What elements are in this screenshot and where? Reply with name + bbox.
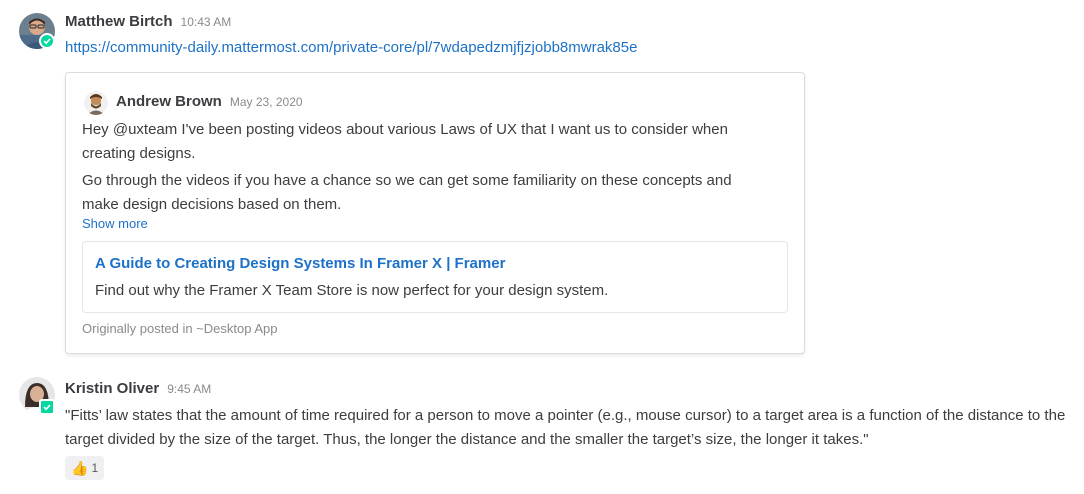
post-time[interactable]: 9:45 AM (167, 382, 211, 396)
permalink-author[interactable]: Andrew Brown (116, 93, 222, 110)
link-preview-card[interactable]: A Guide to Creating Design Systems In Fr… (82, 241, 788, 313)
message-text: "Fitts’ law states that the amount of ti… (65, 407, 1066, 448)
link-preview-title[interactable]: A Guide to Creating Design Systems In Fr… (95, 255, 505, 272)
post-matthew-birtch: Matthew Birtch 10:43 AM https://communit… (0, 0, 1084, 360)
show-more-link[interactable]: Show more (82, 216, 148, 231)
avatar[interactable] (84, 91, 108, 115)
permalink-date: May 23, 2020 (229, 95, 303, 109)
link-preview-description: Find out why the Framer X Team Store is … (95, 282, 609, 299)
reaction-count: 1 (91, 461, 99, 475)
reaction-button[interactable]: 👍 1 (65, 456, 105, 480)
author-name[interactable]: Matthew Birtch (65, 13, 173, 30)
permalink-paragraph: Go through the videos if you have a chan… (82, 172, 732, 213)
permalink-url[interactable]: https://community-daily.mattermost.com/p… (65, 39, 637, 56)
permalink-header: Andrew Brown May 23, 2020 (116, 93, 303, 110)
permalink-preview[interactable]: Andrew Brown May 23, 2020 Hey @uxteam I'… (65, 72, 805, 354)
permalink-paragraph: Hey @uxteam I've been posting videos abo… (82, 121, 728, 162)
post-header: Kristin Oliver 9:45 AM (65, 380, 211, 397)
online-status-icon (39, 399, 55, 415)
author-name[interactable]: Kristin Oliver (65, 380, 159, 397)
thumbs-up-icon: 👍 (71, 460, 89, 476)
origin-channel: Originally posted in ~Desktop App (82, 321, 278, 336)
online-status-icon (39, 33, 55, 49)
post-header: Matthew Birtch 10:43 AM (65, 13, 231, 30)
post-time[interactable]: 10:43 AM (181, 15, 232, 29)
